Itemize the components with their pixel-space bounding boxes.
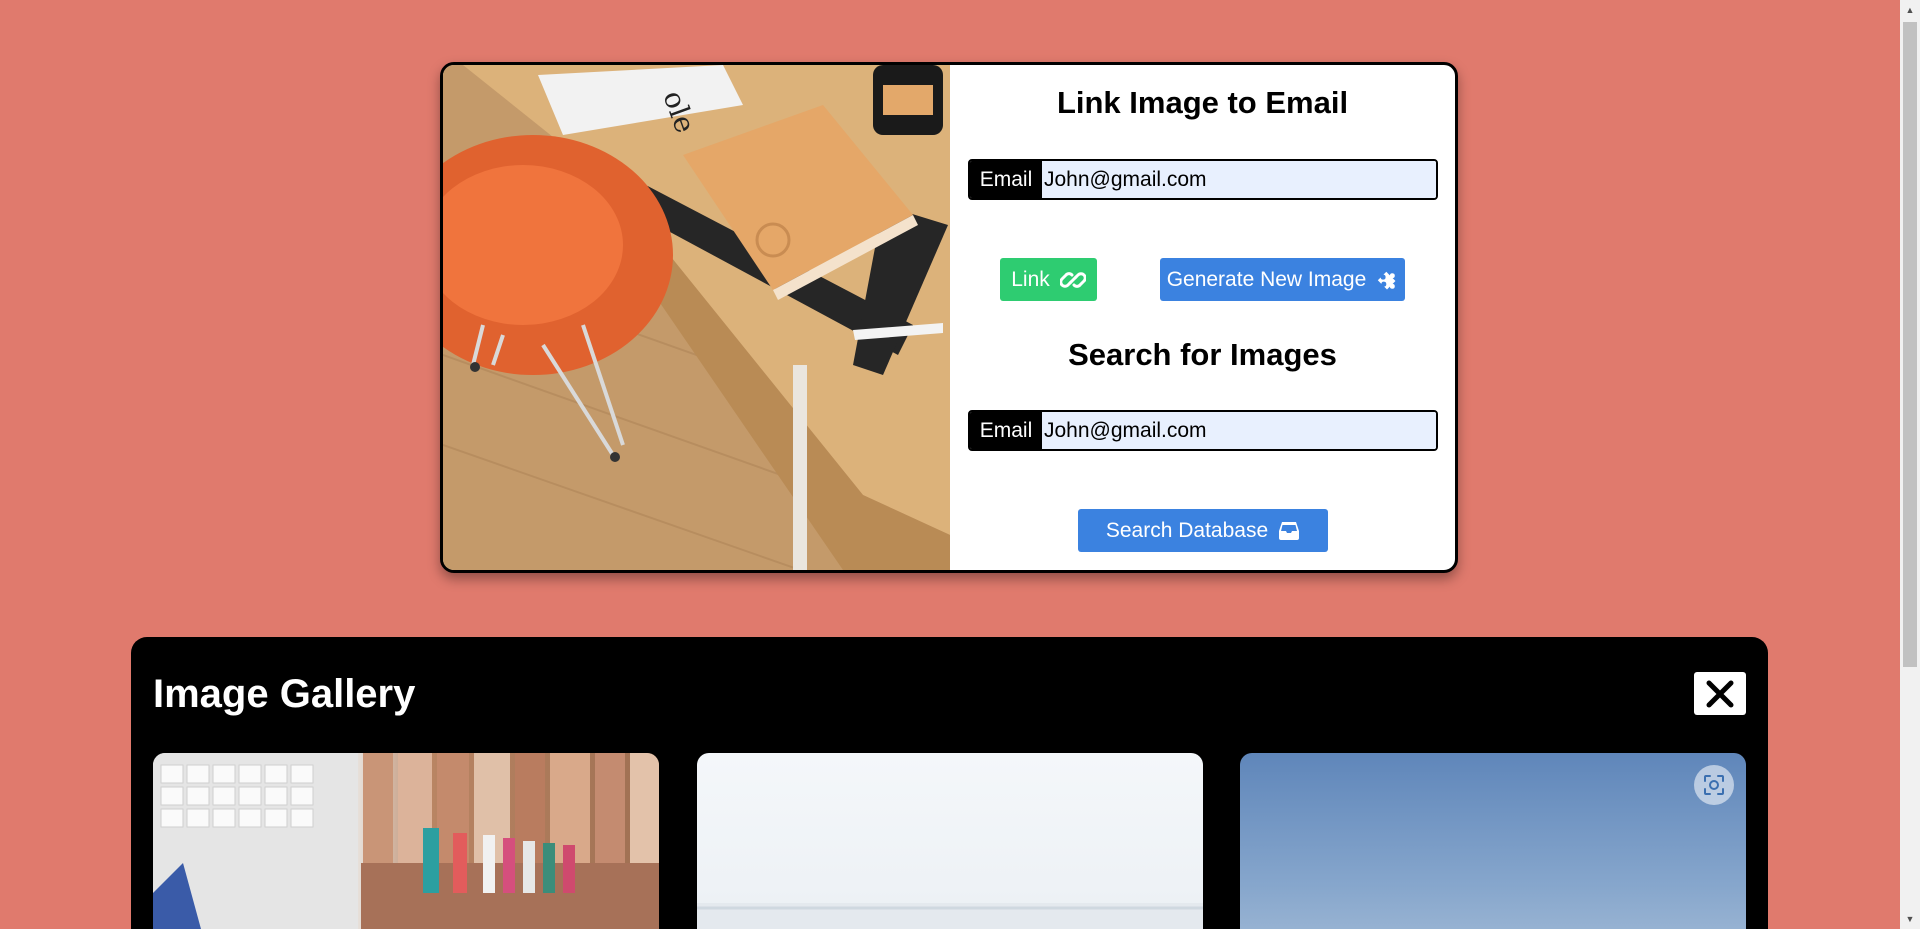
link-email-label: Email	[970, 161, 1042, 198]
search-email-input[interactable]	[1042, 412, 1436, 449]
generate-image-button-label: Generate New Image	[1166, 267, 1367, 291]
link-button-label: Link	[1011, 267, 1050, 291]
gallery-image-2[interactable]	[697, 753, 1203, 929]
seascape-image	[697, 903, 1203, 929]
link-button[interactable]: Link	[1000, 258, 1097, 301]
puzzle-piece-icon	[1378, 271, 1396, 289]
lens-button[interactable]	[1694, 765, 1734, 805]
gallery-image-3[interactable]	[1240, 753, 1746, 929]
desk-photo: ole	[443, 65, 950, 570]
search-email-group: Email	[968, 410, 1438, 451]
search-database-button[interactable]: Search Database	[1078, 509, 1328, 552]
scrollbar-thumb[interactable]	[1903, 22, 1917, 667]
desk-illustration: ole	[443, 65, 950, 570]
inbox-icon	[1279, 521, 1300, 540]
lens-icon	[1704, 775, 1724, 795]
link-icon	[1059, 271, 1086, 288]
generate-image-button[interactable]: Generate New Image	[1160, 258, 1405, 301]
search-email-label: Email	[970, 412, 1042, 449]
link-form-panel: Link Image to Email Email Link Generate …	[950, 65, 1455, 570]
page-scrollbar[interactable]: ▲ ▼	[1900, 0, 1920, 929]
gallery-image-1[interactable]	[153, 753, 659, 929]
gallery-close-button[interactable]	[1694, 672, 1746, 715]
search-database-button-label: Search Database	[1105, 518, 1269, 542]
scroll-up-arrow-icon[interactable]: ▲	[1900, 0, 1920, 20]
scroll-down-arrow-icon[interactable]: ▼	[1900, 909, 1920, 929]
gallery-title: Image Gallery	[153, 672, 416, 716]
link-email-group: Email	[968, 159, 1438, 200]
link-email-input[interactable]	[1042, 161, 1436, 198]
link-image-card: ole Link Image to Email Email John@gmail…	[440, 62, 1458, 573]
books-keyboard-image	[153, 753, 659, 929]
image-gallery: Image Gallery	[131, 637, 1768, 929]
link-section-title: Link Image to Email	[1056, 85, 1349, 120]
close-icon	[1706, 680, 1734, 707]
search-section-title: Search for Images	[1068, 337, 1337, 372]
